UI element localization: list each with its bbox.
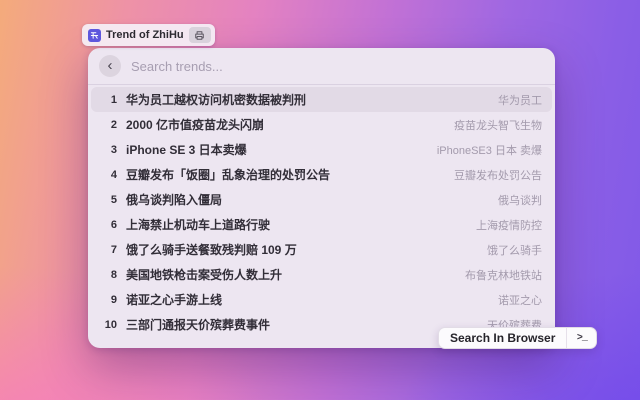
trend-title: 华为员工越权访问机密数据被判刑 — [126, 93, 307, 107]
trend-row[interactable]: 4 豆瓣发布「饭圈」乱象治理的处罚公告 豆瓣发布处罚公告 — [91, 162, 552, 187]
trend-keyword: 俄乌谈判 — [498, 194, 542, 207]
trend-title: 2000 亿市值疫苗龙头闪崩 — [126, 118, 265, 132]
trend-title: iPhone SE 3 日本卖爆 — [126, 143, 247, 157]
search-in-browser-button[interactable]: Search In Browser >_ — [438, 327, 598, 349]
trend-rank: 1 — [110, 93, 117, 106]
extension-tag-pill[interactable]: Trend of ZhiHu — [82, 24, 215, 46]
terminal-shortcut-icon: >_ — [566, 328, 596, 348]
trend-rank: 4 — [110, 168, 117, 181]
search-in-browser-label: Search In Browser — [450, 331, 556, 345]
trend-title: 诺亚之心手游上线 — [126, 293, 223, 307]
trend-list: 1 华为员工越权访问机密数据被判刑 华为员工 2 2000 亿市值疫苗龙头闪崩 … — [88, 85, 555, 337]
desktop-background: Trend of ZhiHu ‹ 1 华为员工越权访问机密数据被判刑 华为员工 … — [0, 0, 640, 400]
trend-keyword: 布鲁克林地铁站 — [465, 269, 542, 282]
trend-title: 饿了么骑手送餐致残判赔 109 万 — [126, 243, 297, 257]
zhihu-extension-icon — [88, 28, 101, 42]
trend-keyword: 诺亚之心 — [498, 294, 542, 307]
trend-keyword: 华为员工 — [498, 94, 542, 107]
trend-keyword: 饿了么骑手 — [487, 244, 542, 257]
trend-row[interactable]: 6 上海禁止机动车上道路行驶 上海疫情防控 — [91, 212, 552, 237]
trend-rank: 8 — [110, 268, 117, 281]
trend-row[interactable]: 5 俄乌谈判陷入僵局 俄乌谈判 — [91, 187, 552, 212]
trend-keyword: 疫苗龙头智飞生物 — [454, 119, 542, 132]
extension-tag-label: Trend of ZhiHu — [106, 29, 184, 41]
trend-row[interactable]: 2 2000 亿市值疫苗龙头闪崩 疫苗龙头智飞生物 — [91, 112, 552, 137]
trend-row[interactable]: 1 华为员工越权访问机密数据被判刑 华为员工 — [91, 87, 552, 112]
search-bar: ‹ — [88, 48, 555, 85]
trend-title: 美国地铁枪击案受伤人数上升 — [126, 268, 283, 282]
trend-rank: 3 — [110, 143, 117, 156]
trend-row[interactable]: 8 美国地铁枪击案受伤人数上升 布鲁克林地铁站 — [91, 262, 552, 287]
trend-row[interactable]: 7 饿了么骑手送餐致残判赔 109 万 饿了么骑手 — [91, 237, 552, 262]
trends-popup-window: ‹ 1 华为员工越权访问机密数据被判刑 华为员工 2 2000 亿市值疫苗龙头闪… — [88, 48, 555, 348]
trend-keyword: 豆瓣发布处罚公告 — [454, 169, 542, 182]
back-button[interactable]: ‹ — [99, 55, 121, 77]
printer-icon[interactable] — [188, 27, 211, 43]
trend-rank: 5 — [110, 193, 117, 206]
trend-keyword: 上海疫情防控 — [476, 219, 542, 232]
trend-rank: 6 — [110, 218, 117, 231]
trend-title: 俄乌谈判陷入僵局 — [126, 193, 223, 207]
trend-title: 三部门通报天价殡葬费事件 — [126, 318, 271, 332]
trend-keyword: iPhoneSE3 日本 卖爆 — [436, 144, 542, 157]
trend-rank: 2 — [110, 118, 117, 131]
trend-title: 上海禁止机动车上道路行驶 — [126, 218, 271, 232]
trend-rank: 9 — [110, 293, 117, 306]
trend-rank: 10 — [104, 318, 117, 331]
trend-rank: 7 — [110, 243, 117, 256]
trend-row[interactable]: 3 iPhone SE 3 日本卖爆 iPhoneSE3 日本 卖爆 — [91, 137, 552, 162]
trend-row[interactable]: 9 诺亚之心手游上线 诺亚之心 — [91, 287, 552, 312]
trend-title: 豆瓣发布「饭圈」乱象治理的处罚公告 — [126, 168, 331, 182]
search-input[interactable] — [131, 58, 544, 74]
